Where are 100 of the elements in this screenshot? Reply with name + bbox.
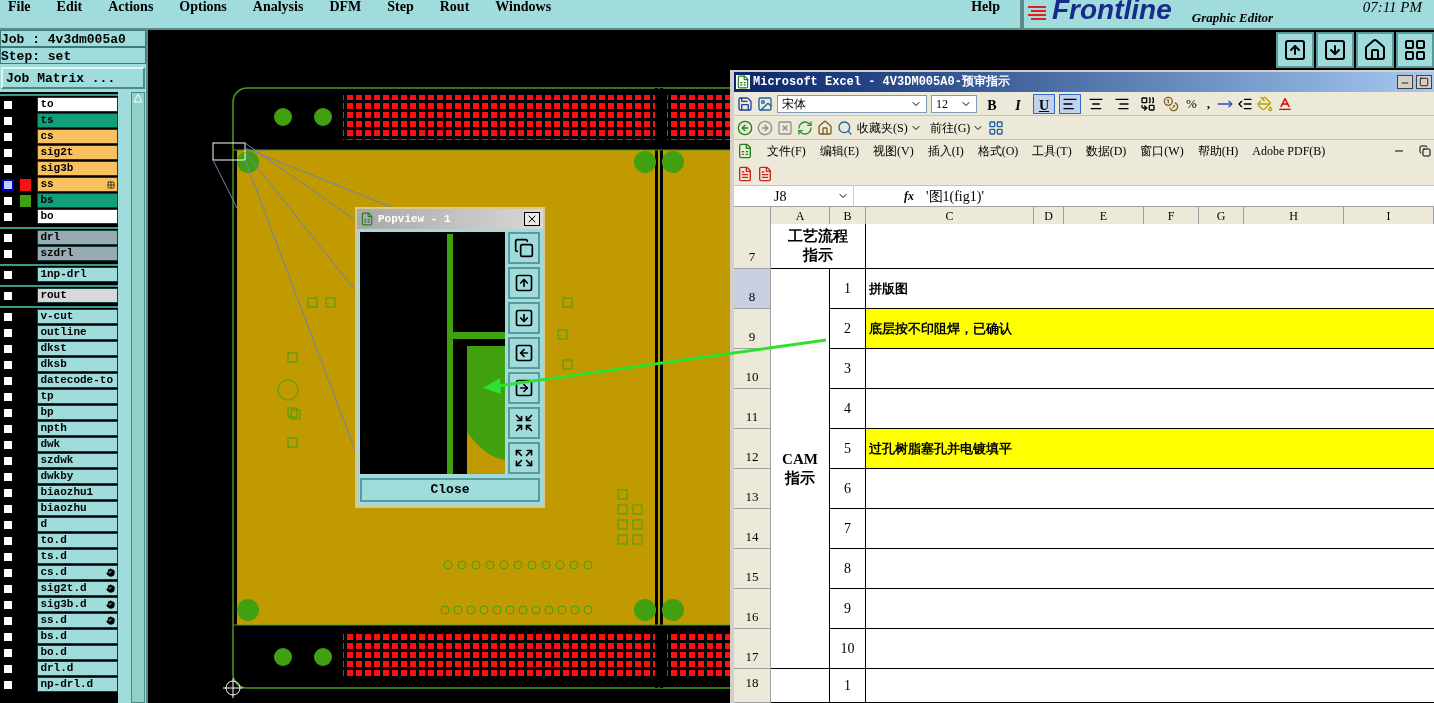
layer-select-box[interactable] (2, 566, 14, 579)
layer-select-box[interactable] (2, 210, 14, 223)
layer-select-box[interactable] (2, 678, 14, 691)
menu-item[interactable]: 文件(F) (767, 142, 806, 160)
percent-button[interactable]: % (1183, 93, 1200, 114)
layer-select-box[interactable] (2, 268, 14, 281)
formula-field[interactable]: '图1(fig1)' (926, 185, 1434, 207)
layer-item[interactable]: np-drl.d (37, 677, 118, 692)
job-matrix-button[interactable]: Job Matrix ... (1, 67, 145, 89)
layer-select-box[interactable] (2, 630, 14, 643)
layer-select-box[interactable] (2, 534, 14, 547)
layer-select-box[interactable] (2, 454, 14, 467)
menu-item[interactable]: Adobe PDF(B) (1252, 142, 1326, 160)
layer-item[interactable]: datecode-to (37, 373, 118, 388)
layer-select-box[interactable] (2, 470, 14, 483)
layer-select-box[interactable] (2, 486, 14, 499)
font-color-icon[interactable] (1277, 95, 1294, 112)
layer-item[interactable]: to.d (37, 533, 118, 548)
name-box[interactable]: J8 (734, 186, 854, 206)
menu-item[interactable]: 格式(O) (977, 142, 1019, 160)
row-header[interactable]: 7 (734, 224, 771, 269)
layer-select-box[interactable] (2, 582, 14, 595)
picture-icon[interactable] (757, 95, 773, 112)
layer-select-box[interactable] (2, 114, 14, 127)
view-tool-button[interactable] (508, 267, 540, 299)
style-button[interactable]: I (1007, 93, 1029, 114)
layer-select-box[interactable] (2, 358, 14, 371)
view-tool-button[interactable] (508, 407, 540, 439)
row-header[interactable]: 8 (734, 269, 771, 309)
layer-item[interactable]: ss (37, 177, 118, 192)
layer-item[interactable]: ts (37, 113, 118, 128)
view-button[interactable] (1396, 32, 1434, 68)
home-icon[interactable] (817, 119, 833, 136)
layer-select-box[interactable] (2, 247, 14, 260)
pdf-icon[interactable] (737, 165, 753, 182)
style-button[interactable]: U (1033, 93, 1055, 114)
view-button[interactable] (1356, 32, 1394, 68)
layer-item[interactable]: npth (37, 421, 118, 436)
layer-select-box[interactable] (2, 374, 14, 387)
menu-item[interactable]: DFM (329, 0, 362, 14)
window-icon[interactable] (988, 119, 1005, 136)
stop-icon[interactable] (777, 119, 793, 136)
go-menu[interactable]: 前往(G) (929, 118, 985, 137)
row-header[interactable]: 12 (734, 429, 771, 469)
layer-select-box[interactable] (2, 550, 14, 563)
menu-item[interactable]: 视图(V) (873, 142, 914, 160)
layer-item[interactable]: bs.d (37, 629, 118, 644)
view-button[interactable] (1276, 32, 1314, 68)
font-dropdown[interactable]: 宋体 (777, 94, 927, 113)
menu-item[interactable]: 帮助(H) (1197, 142, 1239, 160)
menu-item[interactable]: Edit (56, 0, 83, 14)
layer-item[interactable]: bo (37, 209, 118, 224)
forward-icon[interactable] (757, 119, 773, 136)
restore-icon[interactable] (1419, 145, 1431, 157)
row-header[interactable]: 15 (734, 549, 771, 589)
menu-item[interactable]: Step (387, 0, 414, 14)
layer-select-box[interactable] (2, 646, 14, 659)
search-icon[interactable] (837, 119, 853, 136)
layer-select-box[interactable] (2, 422, 14, 435)
view-tool-button[interactable] (508, 232, 540, 264)
layer-select-box[interactable] (2, 231, 14, 244)
view-button[interactable] (1316, 32, 1354, 68)
view-tool-button[interactable] (508, 302, 540, 334)
layer-select-box[interactable] (2, 98, 14, 111)
row-header[interactable]: 10 (734, 349, 771, 389)
layer-item[interactable]: to (37, 97, 118, 112)
menu-item[interactable]: 数据(D) (1085, 142, 1127, 160)
layer-item[interactable]: bs (37, 193, 118, 208)
layer-item[interactable]: dksb (37, 357, 118, 372)
layer-item[interactable]: sig2t.d (37, 581, 118, 596)
fill-color-icon[interactable] (1257, 95, 1274, 112)
layer-item[interactable]: biaozhu1 (37, 485, 118, 500)
layer-item[interactable]: drl.d (37, 661, 118, 676)
layer-select-box[interactable] (2, 194, 14, 207)
layer-item[interactable]: dwk (37, 437, 118, 452)
layer-item[interactable]: dwkby (37, 469, 118, 484)
row-header[interactable]: 13 (734, 469, 771, 509)
back-icon[interactable] (737, 119, 753, 136)
layer-item[interactable]: rout (37, 288, 118, 303)
layer-item[interactable]: d (37, 517, 118, 532)
excel-icon[interactable] (737, 143, 753, 159)
row-header[interactable]: 14 (734, 509, 771, 549)
menu-item[interactable]: Analysis (252, 0, 304, 14)
view-tool-button[interactable] (508, 337, 540, 369)
style-button[interactable]: B (981, 93, 1003, 114)
help-menu[interactable]: Help (971, 0, 1000, 14)
menu-item[interactable]: File (8, 0, 31, 14)
layer-item[interactable]: ts.d (37, 549, 118, 564)
layer-item[interactable]: outline (37, 325, 118, 340)
layer-select-box[interactable] (2, 326, 14, 339)
save-icon[interactable] (737, 95, 753, 112)
layer-select-box[interactable] (2, 438, 14, 451)
layer-item[interactable]: ss.d (37, 613, 118, 628)
layer-item[interactable]: sig3b.d (37, 597, 118, 612)
maximize-button[interactable] (1416, 75, 1432, 89)
layer-select-box[interactable] (2, 406, 14, 419)
layer-item[interactable]: sig2t (37, 145, 118, 160)
close-button[interactable]: Close (360, 478, 540, 502)
menu-item[interactable]: Windows (495, 0, 552, 14)
menu-item[interactable]: 插入(I) (927, 142, 964, 160)
